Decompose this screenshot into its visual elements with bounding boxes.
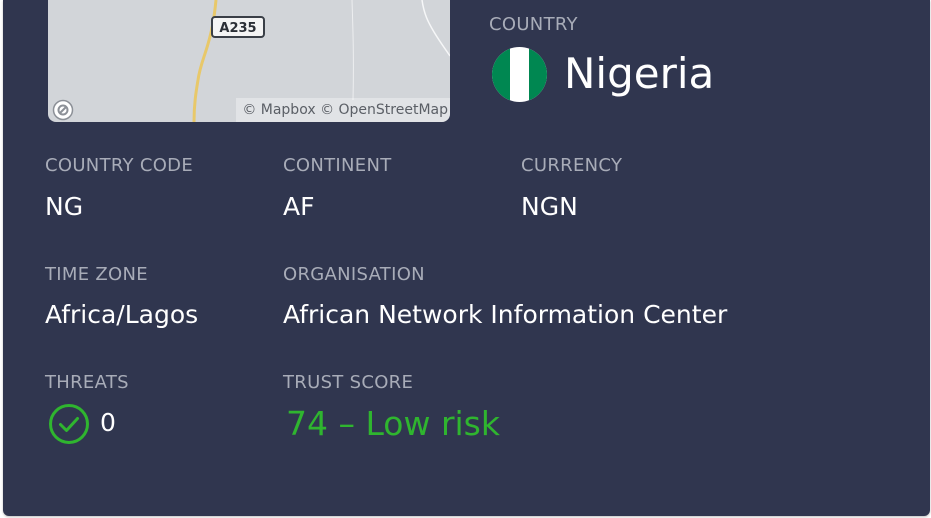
country-code-value: NG xyxy=(45,192,84,221)
time-zone-label: TIME ZONE xyxy=(45,264,148,285)
trust-score-value: 74 – Low risk xyxy=(286,404,500,443)
organisation-label: ORGANISATION xyxy=(283,264,425,285)
threats-label: THREATS xyxy=(45,372,129,393)
continent-label: CONTINENT xyxy=(283,155,392,176)
country-name: Nigeria xyxy=(564,49,715,98)
country-label: COUNTRY xyxy=(489,14,578,35)
location-map[interactable]: A235 © Mapbox © OpenStreetMap xyxy=(48,0,450,122)
ip-details-card: A235 © Mapbox © OpenStreetMap COUNTRY Ni… xyxy=(3,0,930,516)
continent-value: AF xyxy=(283,192,315,221)
road-shield-label: A235 xyxy=(211,16,265,38)
organisation-value: African Network Information Center xyxy=(283,300,728,329)
currency-label: CURRENCY xyxy=(521,155,623,176)
currency-value: NGN xyxy=(521,192,578,221)
check-circle-icon xyxy=(49,404,89,444)
threats-value: 0 xyxy=(100,408,116,437)
mapbox-logo-icon[interactable] xyxy=(52,99,74,121)
time-zone-value: Africa/Lagos xyxy=(45,300,199,329)
nigeria-flag-icon xyxy=(492,47,547,102)
minor-road xyxy=(351,0,354,101)
country-code-label: COUNTRY CODE xyxy=(45,155,194,176)
map-attribution[interactable]: © Mapbox © OpenStreetMap xyxy=(236,98,450,122)
trust-score-label: TRUST SCORE xyxy=(283,372,414,393)
minor-road xyxy=(421,0,450,57)
